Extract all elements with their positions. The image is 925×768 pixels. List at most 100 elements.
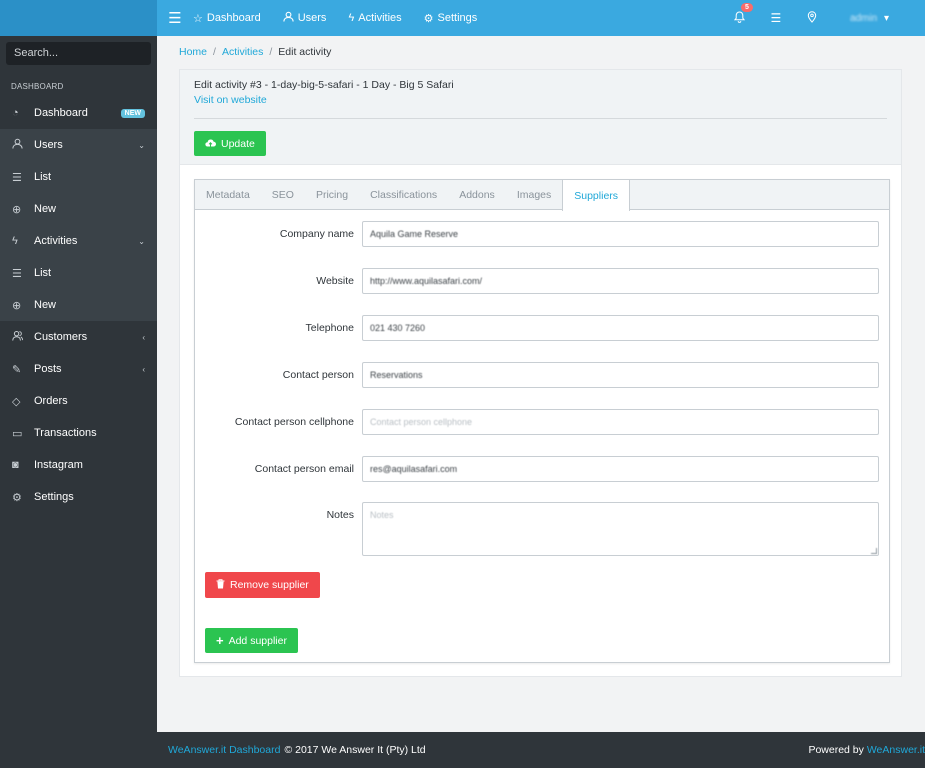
- star-icon: ☆: [193, 12, 203, 25]
- footer-powered-link[interactable]: WeAnswer.it: [867, 744, 925, 756]
- breadcrumb-separator: /: [269, 46, 273, 58]
- sidebar-item-label: Activities: [34, 235, 78, 247]
- user-menu[interactable]: admin ▾: [850, 13, 889, 24]
- tabs-panel: Metadata SEO Pricing Classifications Add…: [194, 179, 890, 663]
- tab-pricing[interactable]: Pricing: [305, 180, 359, 209]
- nav-activities[interactable]: ϟ Activities: [348, 12, 401, 24]
- sidebar-nav: ◔ Dashboard NEW Users ⌄ ☰ List ⊕ New ϟ A…: [0, 97, 157, 513]
- tab-suppliers[interactable]: Suppliers: [562, 180, 631, 211]
- sidebar: Search... DASHBOARD ◔ Dashboard NEW User…: [0, 36, 157, 732]
- form-row-contact-email: Contact person email res@aquilasafari.co…: [195, 456, 891, 483]
- instagram-icon: ◙: [12, 459, 19, 471]
- sidebar-item-users[interactable]: Users ⌄: [0, 129, 157, 161]
- chevron-left-icon: ‹: [142, 332, 145, 342]
- remove-supplier-label: Remove supplier: [230, 579, 309, 591]
- remove-supplier-button[interactable]: Remove supplier: [205, 572, 320, 598]
- tab-seo[interactable]: SEO: [261, 180, 305, 209]
- tab-metadata[interactable]: Metadata: [195, 180, 261, 209]
- notes-textarea[interactable]: Notes: [362, 502, 879, 556]
- sidebar-item-users-new[interactable]: ⊕ New: [0, 193, 157, 225]
- contact-email-label: Contact person email: [254, 463, 354, 475]
- notes-placeholder: Notes: [370, 510, 394, 520]
- sidebar-item-activities-list[interactable]: ☰ List: [0, 257, 157, 289]
- lightning-icon: ϟ: [348, 12, 355, 24]
- company-name-value: Aquila Game Reserve: [370, 229, 459, 239]
- form-row-contact-cellphone: Contact person cellphone Contact person …: [195, 409, 891, 436]
- website-label: Website: [316, 275, 354, 287]
- contact-person-input[interactable]: Reservations: [362, 362, 879, 388]
- sidebar-item-activities[interactable]: ϟ Activities ⌄: [0, 225, 157, 257]
- form-row-website: Website http://www.aquilasafari.com/: [195, 268, 891, 295]
- sidebar-item-label: Customers: [34, 331, 88, 343]
- chevron-down-icon: ⌄: [138, 140, 145, 150]
- update-button[interactable]: Update: [194, 131, 266, 156]
- header-nav: ☆ Dashboard Users ϟ Activities ⚙ Setting…: [193, 11, 499, 25]
- nav-users[interactable]: Users: [283, 11, 326, 25]
- breadcrumb-home[interactable]: Home: [179, 46, 207, 58]
- speedometer-icon: ◔: [12, 107, 19, 119]
- footer-copyright: © 2017 We Answer It (Pty) Ltd: [284, 744, 426, 756]
- contact-email-input[interactable]: res@aquilasafari.com: [362, 456, 879, 482]
- plus-circle-icon: ⊕: [12, 203, 22, 216]
- user-icon: [283, 11, 294, 25]
- plus-circle-icon: ⊕: [12, 299, 22, 312]
- sidebar-item-settings[interactable]: ⚙ Settings: [0, 481, 157, 513]
- sidebar-item-label: Orders: [34, 395, 68, 407]
- footer-brand-link[interactable]: WeAnswer.it Dashboard: [168, 744, 280, 756]
- breadcrumb-separator: /: [213, 46, 216, 58]
- menu-toggle-icon[interactable]: ☰: [157, 9, 193, 27]
- tab-addons[interactable]: Addons: [448, 180, 506, 209]
- sidebar-search-input[interactable]: Search...: [6, 42, 151, 65]
- sidebar-item-posts[interactable]: ✎ Posts ‹: [0, 353, 157, 385]
- nav-dashboard[interactable]: ☆ Dashboard: [193, 12, 261, 25]
- notifications-button[interactable]: 5: [722, 2, 758, 26]
- card-header: Edit activity #3 - 1-day-big-5-safari - …: [180, 70, 901, 165]
- tab-images[interactable]: Images: [506, 180, 562, 209]
- add-supplier-label: Add supplier: [228, 634, 287, 647]
- visit-website-link[interactable]: Visit on website: [194, 94, 267, 106]
- sidebar-item-customers[interactable]: Customers ‹: [0, 321, 157, 353]
- sidebar-section-title: DASHBOARD: [11, 82, 64, 91]
- company-name-input[interactable]: Aquila Game Reserve: [362, 221, 879, 247]
- tab-classifications[interactable]: Classifications: [359, 180, 448, 209]
- footer-powered: Powered by WeAnswer.it: [808, 744, 925, 756]
- brand-area: [0, 0, 157, 36]
- plus-icon: +: [216, 633, 224, 648]
- top-header: ☰ ☆ Dashboard Users ϟ Activities ⚙ Setti…: [0, 0, 925, 36]
- sidebar-item-users-list[interactable]: ☰ List: [0, 161, 157, 193]
- divider: [194, 118, 887, 119]
- nav-settings[interactable]: ⚙ Settings: [424, 12, 478, 25]
- telephone-label: Telephone: [305, 322, 354, 334]
- sidebar-item-label: Instagram: [34, 459, 83, 471]
- notes-label: Notes: [326, 509, 354, 521]
- sidebar-item-label: Settings: [34, 491, 74, 503]
- sidebar-item-label: New: [34, 299, 57, 311]
- users-icon: [12, 330, 34, 344]
- sidebar-item-activities-new[interactable]: ⊕ New: [0, 289, 157, 321]
- contact-cellphone-input[interactable]: Contact person cellphone: [362, 409, 879, 435]
- resize-handle[interactable]: [871, 548, 877, 554]
- sidebar-item-orders[interactable]: ◇ Orders: [0, 385, 157, 417]
- sidebar-item-transactions[interactable]: ▭ Transactions: [0, 417, 157, 449]
- form-row-contact-person: Contact person Reservations: [195, 362, 891, 389]
- website-input[interactable]: http://www.aquilasafari.com/: [362, 268, 879, 294]
- update-button-label: Update: [221, 137, 255, 150]
- location-pin-icon: [807, 10, 817, 26]
- contact-cellphone-label: Contact person cellphone: [234, 416, 354, 428]
- telephone-input[interactable]: 021 430 7260: [362, 315, 879, 341]
- sidebar-item-instagram[interactable]: ◙ Instagram: [0, 449, 157, 481]
- breadcrumb-activities[interactable]: Activities: [222, 46, 263, 58]
- contact-person-value: Reservations: [370, 370, 423, 380]
- sidebar-item-dashboard[interactable]: ◔ Dashboard NEW: [0, 97, 157, 129]
- trash-icon: [216, 578, 225, 592]
- list-button[interactable]: ☰: [758, 11, 794, 25]
- new-badge: NEW: [120, 108, 145, 118]
- sidebar-item-label: New: [34, 203, 57, 215]
- gear-icon: ⚙: [12, 491, 22, 504]
- sidebar-item-label: Users: [34, 139, 63, 151]
- location-button[interactable]: [794, 10, 830, 26]
- pencil-icon: ✎: [12, 363, 22, 376]
- form-row-telephone: Telephone 021 430 7260: [195, 315, 891, 342]
- list-icon: ☰: [12, 267, 22, 280]
- add-supplier-button[interactable]: + Add supplier: [205, 628, 298, 653]
